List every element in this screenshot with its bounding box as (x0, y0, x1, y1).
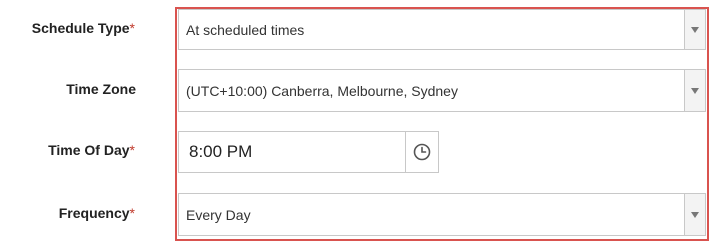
time-of-day-value[interactable]: 8:00 PM (189, 132, 252, 172)
time-of-day-input[interactable]: 8:00 PM (178, 131, 439, 173)
frequency-dropdown-button[interactable] (684, 194, 705, 235)
clock-icon (413, 143, 431, 161)
frequency-select[interactable]: Every Day (178, 193, 706, 236)
chevron-down-icon (691, 211, 699, 218)
schedule-type-dropdown-button[interactable] (684, 10, 705, 49)
chevron-down-icon (691, 87, 699, 94)
time-zone-label: Time Zone (10, 80, 136, 98)
schedule-type-label: Schedule Type* (10, 19, 135, 37)
required-marker: * (129, 142, 135, 158)
time-zone-select[interactable]: (UTC+10:00) Canberra, Melbourne, Sydney (178, 69, 706, 112)
required-marker: * (129, 20, 135, 36)
time-zone-dropdown-button[interactable] (684, 70, 705, 111)
time-zone-label-text: Time Zone (66, 81, 136, 97)
required-marker: * (129, 205, 135, 221)
time-picker-button[interactable] (405, 132, 438, 172)
time-zone-value: (UTC+10:00) Canberra, Melbourne, Sydney (186, 82, 458, 99)
schedule-type-value: At scheduled times (186, 21, 305, 38)
chevron-down-icon (691, 26, 699, 33)
frequency-label: Frequency* (10, 204, 135, 222)
frequency-label-text: Frequency (58, 205, 130, 221)
time-of-day-label: Time Of Day* (10, 141, 135, 159)
schedule-type-label-text: Schedule Type (31, 20, 130, 36)
frequency-value: Every Day (186, 206, 251, 223)
schedule-type-select[interactable]: At scheduled times (178, 9, 706, 50)
time-of-day-label-text: Time Of Day (48, 142, 130, 158)
